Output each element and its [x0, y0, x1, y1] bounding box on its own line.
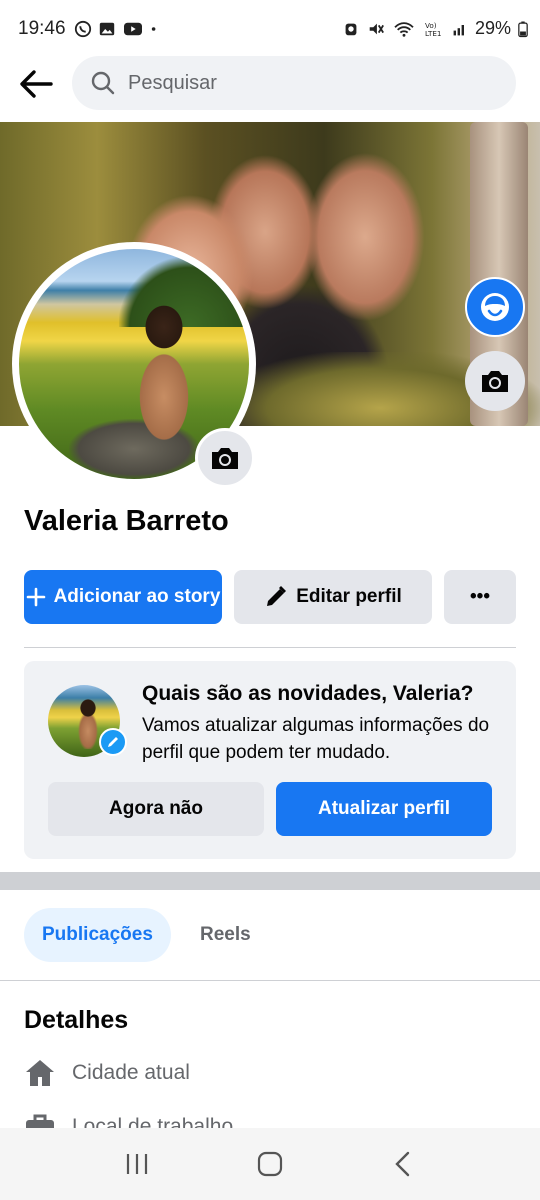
back-arrow-icon — [20, 70, 53, 98]
update-profile-button[interactable]: Atualizar perfil — [276, 782, 492, 836]
profile-name: Valeria Barreto — [24, 505, 229, 537]
wifi-icon — [394, 21, 414, 37]
more-options-label: ••• — [470, 586, 490, 607]
edit-cover-photo-button[interactable] — [465, 351, 525, 411]
recent-apps-icon — [126, 1154, 147, 1174]
back-button[interactable] — [16, 64, 56, 104]
card-edit-badge — [99, 728, 127, 756]
status-time: 19:46 — [18, 18, 66, 39]
status-bar: 19:46 Vo) LTE1 29% — [0, 0, 540, 60]
card-avatar-person — [78, 699, 98, 749]
status-system-icons: Vo) LTE1 29% — [342, 18, 528, 39]
update-profile-card: Quais são as novidades, Valeria? Vamos a… — [24, 661, 516, 859]
edit-profile-picture-button[interactable] — [195, 428, 255, 488]
mute-icon — [369, 23, 384, 34]
avatar-icon — [481, 293, 509, 321]
more-options-button[interactable]: ••• — [444, 570, 516, 624]
profile-picture-person — [129, 297, 199, 447]
camera-icon — [482, 371, 508, 392]
card-title: Quais são as novidades, Valeria? — [142, 682, 474, 705]
recent-apps-button[interactable] — [107, 1134, 167, 1194]
pencil-icon — [267, 586, 287, 606]
detail-current-city-label: Cidade atual — [72, 1061, 190, 1084]
add-to-story-label: Adicionar ao story — [53, 586, 221, 607]
volte-icon: Vo)LTE1 — [425, 21, 442, 38]
battery-icon — [518, 21, 528, 37]
status-notification-icons — [74, 20, 162, 38]
camera-icon — [212, 448, 238, 469]
chevron-left-icon — [395, 1151, 410, 1177]
search-placeholder: Pesquisar — [128, 71, 217, 94]
edit-profile-button[interactable]: Editar perfil — [234, 570, 432, 624]
search-icon — [91, 71, 115, 95]
whatsapp-icon — [74, 20, 92, 38]
detail-current-city[interactable]: Cidade atual — [24, 1058, 190, 1088]
signal-icon — [453, 24, 464, 35]
not-now-button[interactable]: Agora não — [48, 782, 264, 836]
divider — [24, 647, 516, 648]
card-description: Vamos atualizar algumas informações do p… — [142, 715, 490, 763]
tab-reels[interactable]: Reels — [200, 908, 251, 962]
tab-publicacoes[interactable]: Publicações — [24, 908, 171, 962]
home-icon — [26, 1060, 54, 1086]
alarm-icon — [345, 23, 357, 35]
home-button[interactable] — [240, 1134, 300, 1194]
pencil-icon — [108, 737, 118, 747]
add-to-story-button[interactable]: Adicionar ao story — [24, 570, 222, 624]
system-back-button[interactable] — [373, 1134, 433, 1194]
dot-icon — [151, 27, 156, 31]
details-title: Detalhes — [24, 1006, 129, 1034]
avatar-creator-button[interactable] — [465, 277, 525, 337]
search-input[interactable]: Pesquisar — [72, 56, 516, 110]
home-circle-icon — [257, 1151, 283, 1177]
edit-profile-label: Editar perfil — [296, 586, 402, 607]
gallery-icon — [99, 22, 115, 36]
system-navigation-bar — [0, 1128, 540, 1200]
tabs-divider — [0, 980, 540, 981]
section-separator — [0, 872, 540, 890]
svg-text:LTE1: LTE1 — [425, 29, 442, 38]
plus-icon — [26, 587, 45, 607]
battery-percent: 29% — [474, 18, 511, 38]
youtube-icon — [124, 22, 142, 36]
